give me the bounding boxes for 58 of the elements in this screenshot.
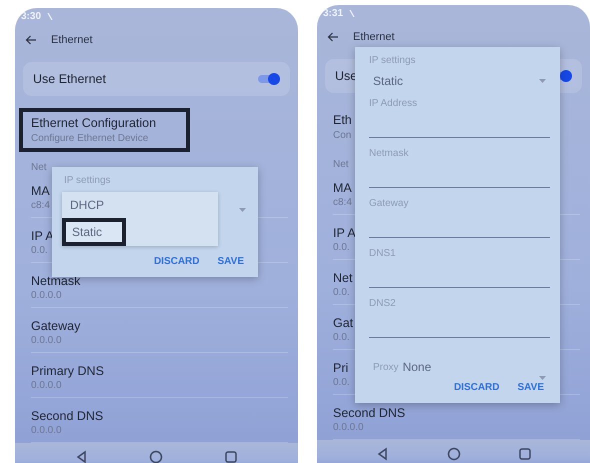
toggle-switch[interactable] xyxy=(258,72,280,85)
row-value: 0.0. xyxy=(333,332,350,343)
ip-settings-label: IP settings xyxy=(64,175,112,186)
back-arrow-icon[interactable] xyxy=(327,32,339,42)
field-label: IP Address xyxy=(369,98,418,109)
back-icon[interactable] xyxy=(376,447,390,461)
discard-button[interactable]: DISCARD xyxy=(152,254,202,269)
ip-settings-dropdown[interactable]: Static xyxy=(369,74,546,88)
row-value: 0.0.0.0 xyxy=(31,335,62,346)
save-button[interactable]: SAVE xyxy=(516,380,546,395)
home-icon[interactable] xyxy=(446,447,460,461)
row-value: 0.0.0.0 xyxy=(31,380,62,391)
row-label: Second DNS xyxy=(31,409,104,423)
row-label: Gateway xyxy=(31,319,80,333)
dropdown-caret-icon xyxy=(539,79,546,83)
row-label: MA xyxy=(333,181,352,195)
row-value: c8:4 xyxy=(31,200,50,211)
recents-icon[interactable] xyxy=(224,450,238,463)
row-value: 0.0. xyxy=(333,377,350,388)
section-header: Net xyxy=(31,162,48,173)
discard-button[interactable]: DISCARD xyxy=(452,380,502,395)
proxy-dropdown[interactable]: Proxy None xyxy=(369,354,546,380)
row-value: 0.0.0.0 xyxy=(333,422,364,433)
screen-title: Ethernet xyxy=(51,34,93,46)
row-value: c8:4 xyxy=(333,197,352,208)
screen-title: Ethernet xyxy=(353,31,395,44)
notification-icon xyxy=(47,13,54,20)
row-label: Gat xyxy=(333,316,354,330)
back-arrow-icon[interactable] xyxy=(25,35,37,46)
field-label: DNS2 xyxy=(369,298,397,309)
row-label: Net xyxy=(333,271,352,285)
row-label: Netmask xyxy=(31,274,80,288)
row-value: 0.0. xyxy=(333,287,350,298)
dropdown-caret-icon xyxy=(239,208,246,212)
row-value: 0.0. xyxy=(333,242,350,253)
ip-settings-label: IP settings xyxy=(369,55,417,66)
row-label: MA xyxy=(31,184,50,198)
row-value: 0.0.0.0 xyxy=(31,425,62,436)
field-label: DNS1 xyxy=(369,248,397,259)
section-header: Net xyxy=(333,159,350,170)
save-button[interactable]: SAVE xyxy=(216,254,246,269)
notification-icon xyxy=(349,10,356,18)
home-icon[interactable] xyxy=(149,450,164,463)
row-label: IP A xyxy=(333,226,356,240)
row-label: Second DNS xyxy=(333,406,406,420)
field-label: Gateway xyxy=(369,198,410,209)
field-label: Netmask xyxy=(369,148,410,159)
dropdown-option[interactable]: DHCP xyxy=(62,192,218,218)
recents-icon[interactable] xyxy=(518,447,532,461)
status-time: 3:31 xyxy=(323,8,344,20)
status-time: 3:30 xyxy=(21,11,42,22)
row-value: 0.0. xyxy=(31,245,48,256)
dropdown-option[interactable]: Static xyxy=(62,218,126,246)
row-label: Pri xyxy=(333,361,348,375)
setting-label: Use Ethernet xyxy=(33,72,106,86)
row-label: Primary DNS xyxy=(31,364,104,378)
row-value: 0.0.0.0 xyxy=(31,290,62,301)
dropdown-caret-icon xyxy=(539,376,546,380)
